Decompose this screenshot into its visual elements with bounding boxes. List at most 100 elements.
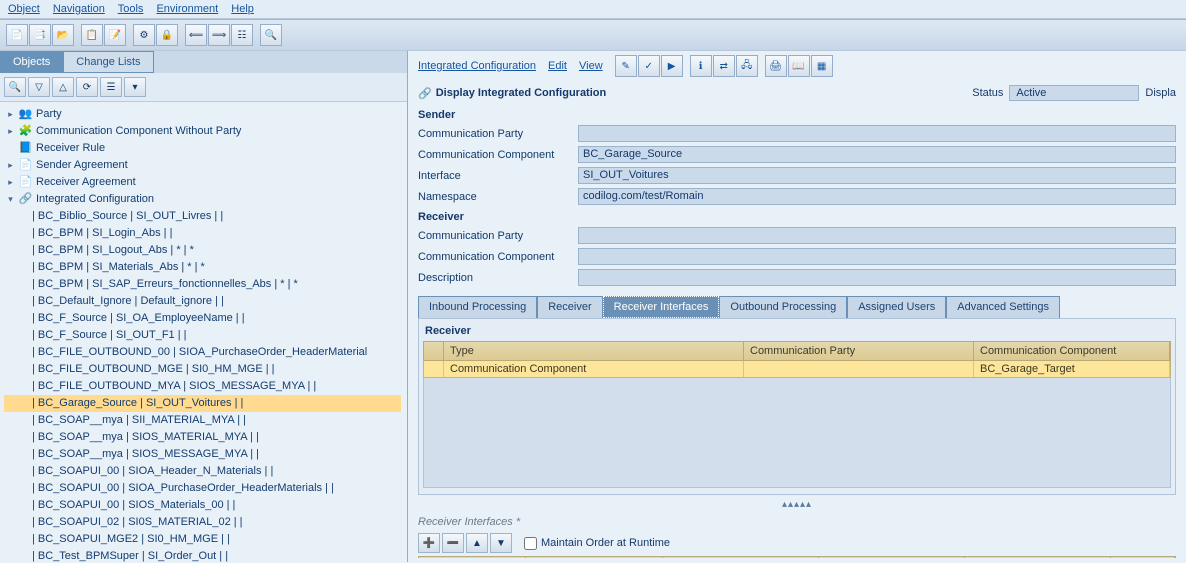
col-ns[interactable]: Namespace * [819, 557, 965, 558]
more-icon[interactable]: ▾ [124, 77, 146, 97]
detail-tabs: Inbound Processing Receiver Receiver Int… [418, 296, 1176, 318]
tree-item[interactable]: | BC_FILE_OUTBOUND_00 | SIOA_PurchaseOrd… [4, 344, 401, 361]
tree-item[interactable]: | BC_BPM | SI_Materials_Abs | * | * [4, 259, 401, 276]
tree-item[interactable]: | BC_F_Source | SI_OA_EmployeeName | | [4, 310, 401, 327]
receiver-grid-label: Receiver [423, 325, 1171, 341]
add-row-icon[interactable]: ➕ [418, 533, 440, 553]
whereused-icon[interactable]: ⇄ [713, 55, 735, 77]
link-view[interactable]: View [579, 60, 603, 72]
tab-change-lists[interactable]: Change Lists [63, 51, 153, 73]
col-commparty[interactable]: Communication Party [744, 342, 974, 360]
col-type[interactable]: Type [444, 342, 744, 360]
tab-advanced[interactable]: Advanced Settings [946, 296, 1060, 318]
doc-icon: 📄 [18, 159, 33, 172]
tree-item[interactable]: | BC_SOAP__mya | SII_MATERIAL_MYA | | [4, 412, 401, 429]
activate-icon[interactable]: ⚙ [133, 24, 155, 46]
menu-tools[interactable]: Tools [118, 3, 144, 15]
tree-item-receiver-rule[interactable]: 📘 Receiver Rule [4, 140, 401, 157]
menu-environment[interactable]: Environment [156, 3, 218, 15]
back-icon[interactable]: ⟸ [185, 24, 207, 46]
tree-label: Integrated Configuration [36, 192, 154, 207]
tree-item[interactable]: | BC_Garage_Source | SI_OUT_Voitures | | [4, 395, 401, 412]
tree-item[interactable]: | BC_FILE_OUTBOUND_MYA | SIOS_MESSAGE_MY… [4, 378, 401, 395]
tree-item[interactable]: | BC_BPM | SI_Logout_Abs | * | * [4, 242, 401, 259]
forward-icon[interactable]: ⟹ [208, 24, 230, 46]
link-integrated-config[interactable]: Integrated Configuration [418, 60, 536, 72]
tree-item[interactable]: | BC_Test_BPMSuper | SI_Order_Out | | [4, 548, 401, 562]
tree-item[interactable]: | BC_SOAPUI_00 | SIOA_Header_N_Materials… [4, 463, 401, 480]
tree-item[interactable]: | BC_FILE_OUTBOUND_MGE | SI0_HM_MGE | | [4, 361, 401, 378]
tab-receiver[interactable]: Receiver [537, 296, 602, 318]
clone-icon[interactable]: 📑 [29, 24, 51, 46]
new-icon[interactable]: 📄 [6, 24, 28, 46]
menu-navigation[interactable]: Navigation [53, 3, 105, 15]
tree-item[interactable]: | BC_SOAPUI_00 | SIOA_PurchaseOrder_Head… [4, 480, 401, 497]
tree-item[interactable]: | BC_SOAPUI_MGE2 | SI0_HM_MGE | | [4, 531, 401, 548]
tree-item[interactable]: | BC_SOAP__mya | SIOS_MESSAGE_MYA | | [4, 446, 401, 463]
print-icon[interactable]: 🖨 [765, 55, 787, 77]
tab-outbound[interactable]: Outbound Processing [719, 296, 847, 318]
extra-icon[interactable]: ▦ [811, 55, 833, 77]
edit-icon[interactable]: ✎ [615, 55, 637, 77]
sender-iface-field: SI_OUT_Voitures [578, 167, 1176, 184]
filter-icon[interactable]: ☰ [100, 77, 122, 97]
col-mult[interactable]: Multiplicity [1111, 557, 1175, 558]
tree-item-integrated-config[interactable]: ▾ 🔗 Integrated Configuration [4, 191, 401, 208]
tree-item[interactable]: | BC_BPM | SI_Login_Abs | | [4, 225, 401, 242]
tree-item[interactable]: | BC_Biblio_Source | SI_OUT_Livres | | [4, 208, 401, 225]
main-toolbar: 📄 📑 📂 📋 📝 ⚙ 🔒 ⟸ ⟹ ☷ 🔍 [0, 19, 1186, 51]
tree-item-sender-agreement[interactable]: ▸ 📄 Sender Agreement [4, 157, 401, 174]
info-icon[interactable]: ℹ [690, 55, 712, 77]
book-icon[interactable]: 📖 [788, 55, 810, 77]
receiver-heading: Receiver [412, 207, 1182, 225]
col-name[interactable]: Name * [663, 557, 819, 558]
move-down-icon[interactable]: ▼ [490, 533, 512, 553]
display-link[interactable]: Displa [1145, 87, 1176, 99]
collapse-icon[interactable]: △ [52, 77, 74, 97]
tab-objects[interactable]: Objects [0, 51, 63, 73]
tree-item[interactable]: | BC_SOAPUI_02 | SI0S_MATERIAL_02 | | [4, 514, 401, 531]
menu-object[interactable]: Object [8, 3, 40, 15]
tree-item-comm-comp[interactable]: ▸ 🧩 Communication Component Without Part… [4, 123, 401, 140]
link-edit[interactable]: Edit [548, 60, 567, 72]
object-tree[interactable]: ▸ 👥 Party ▸ 🧩 Communication Component Wi… [0, 102, 407, 562]
search-icon[interactable]: 🔍 [260, 24, 282, 46]
sender-comp-field: BC_Garage_Source [578, 146, 1176, 163]
expand-icon[interactable]: ▽ [28, 77, 50, 97]
paste-icon[interactable]: 📝 [104, 24, 126, 46]
maintain-order-check[interactable]: Maintain Order at Runtime [524, 537, 670, 550]
move-up-icon[interactable]: ▲ [466, 533, 488, 553]
lock-icon[interactable]: 🔒 [156, 24, 178, 46]
del-row-icon[interactable]: ➖ [442, 533, 464, 553]
tree-item[interactable]: | BC_SOAP__mya | SIOS_MATERIAL_MYA | | [4, 429, 401, 446]
col-commcomp[interactable]: Communication Component [974, 342, 1170, 360]
tree-item[interactable]: | BC_SOAPUI_00 | SIOS_Materials_00 | | [4, 497, 401, 514]
tree-item[interactable]: | BC_Default_Ignore | Default_ignore | | [4, 293, 401, 310]
check-icon[interactable]: ✓ [638, 55, 660, 77]
col-om[interactable]: Operation Mapping [526, 557, 663, 558]
recv-desc-label: Description [418, 272, 578, 284]
tree-item[interactable]: | BC_BPM | SI_SAP_Erreurs_fonctionnelles… [4, 276, 401, 293]
tab-assigned-users[interactable]: Assigned Users [847, 296, 946, 318]
ri-title: Receiver Interfaces * [418, 514, 1176, 530]
tree-item-receiver-agreement[interactable]: ▸ 📄 Receiver Agreement [4, 174, 401, 191]
hierarchy-icon[interactable]: 🖧 [736, 55, 758, 77]
col-condition[interactable]: Condition [419, 557, 526, 558]
tree-item-party[interactable]: ▸ 👥 Party [4, 106, 401, 123]
copy-icon[interactable]: 📋 [81, 24, 103, 46]
row-selector[interactable] [424, 361, 444, 377]
tab-inbound[interactable]: Inbound Processing [418, 296, 537, 318]
open-icon[interactable]: 📂 [52, 24, 74, 46]
menu-help[interactable]: Help [231, 3, 254, 15]
panel-splitter[interactable]: ▴▴▴▴▴ [412, 499, 1182, 510]
main-menu: Object Navigation Tools Environment Help [0, 0, 1186, 19]
tree-item[interactable]: | BC_F_Source | SI_OUT_F1 | | [4, 327, 401, 344]
maintain-order-checkbox[interactable] [524, 537, 537, 550]
activate2-icon[interactable]: ▶ [661, 55, 683, 77]
find-icon[interactable]: 🔍 [4, 77, 26, 97]
receiver-grid-row[interactable]: Communication Component BC_Garage_Target [423, 361, 1171, 378]
list-icon[interactable]: ☷ [231, 24, 253, 46]
tab-receiver-interfaces[interactable]: Receiver Interfaces [603, 296, 720, 318]
col-scv[interactable]: Software Component Ver... [965, 557, 1111, 558]
refresh-icon[interactable]: ⟳ [76, 77, 98, 97]
